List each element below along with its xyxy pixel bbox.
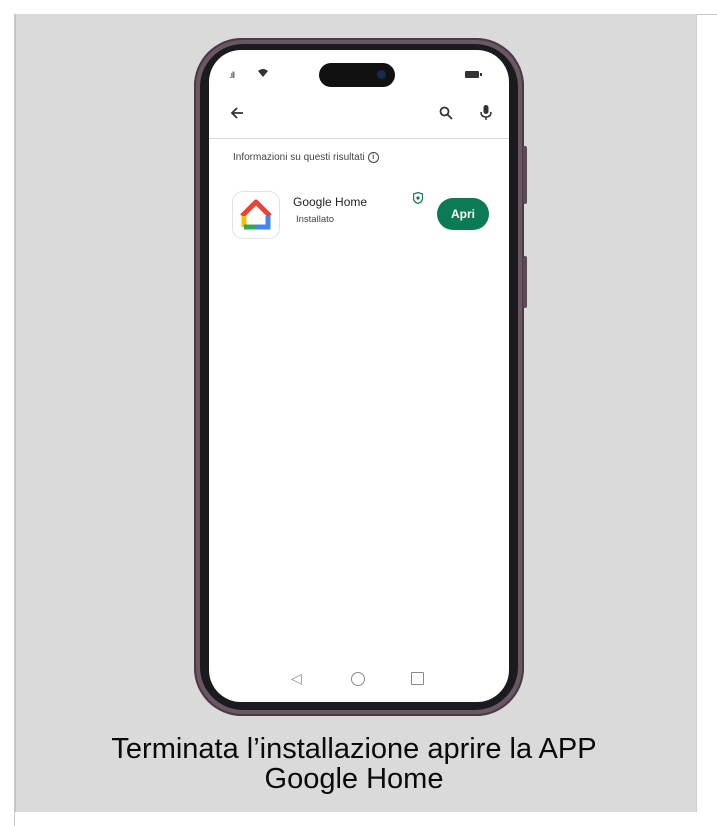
square-recents-icon[interactable] <box>411 672 424 685</box>
app-name: Google Home <box>293 195 368 209</box>
system-nav-bar: ◁ <box>209 668 509 692</box>
search-icon[interactable] <box>439 106 453 125</box>
google-home-app-icon[interactable] <box>233 192 279 238</box>
top-rule <box>0 0 717 15</box>
app-install-status: Installato <box>296 214 335 225</box>
results-info-label: Informazioni su questi risultati <box>233 152 365 164</box>
search-bar <box>209 98 509 139</box>
left-margin <box>0 14 15 826</box>
mic-icon[interactable] <box>479 104 493 127</box>
info-icon: i <box>367 152 379 163</box>
status-bar: .ıll <box>209 50 509 90</box>
camera-icon <box>377 70 386 79</box>
battery-icon <box>465 71 482 78</box>
phone-screen: .ıll Informazioni su questi risultatii <box>209 50 509 702</box>
open-button[interactable]: Apri <box>437 198 489 230</box>
app-result-row[interactable]: Google Home Installato Apri <box>209 188 509 248</box>
instruction-caption: Terminata l’installazione aprire la APP … <box>14 734 694 794</box>
power-button <box>523 256 527 308</box>
signal-icon: .ıll <box>229 70 235 80</box>
arrow-left-icon[interactable] <box>229 104 245 127</box>
circle-home-icon[interactable] <box>351 672 365 686</box>
shield-icon <box>412 191 424 209</box>
nav-back-icon[interactable]: ◁ <box>291 670 302 687</box>
caption-line-2: Google Home <box>264 763 444 795</box>
volume-button <box>523 146 527 204</box>
caption-line-1: Terminata l’installazione aprire la APP <box>111 733 597 765</box>
results-info[interactable]: Informazioni su questi risultati i <box>233 152 379 163</box>
dynamic-island <box>319 63 395 87</box>
wifi-icon <box>257 68 269 81</box>
